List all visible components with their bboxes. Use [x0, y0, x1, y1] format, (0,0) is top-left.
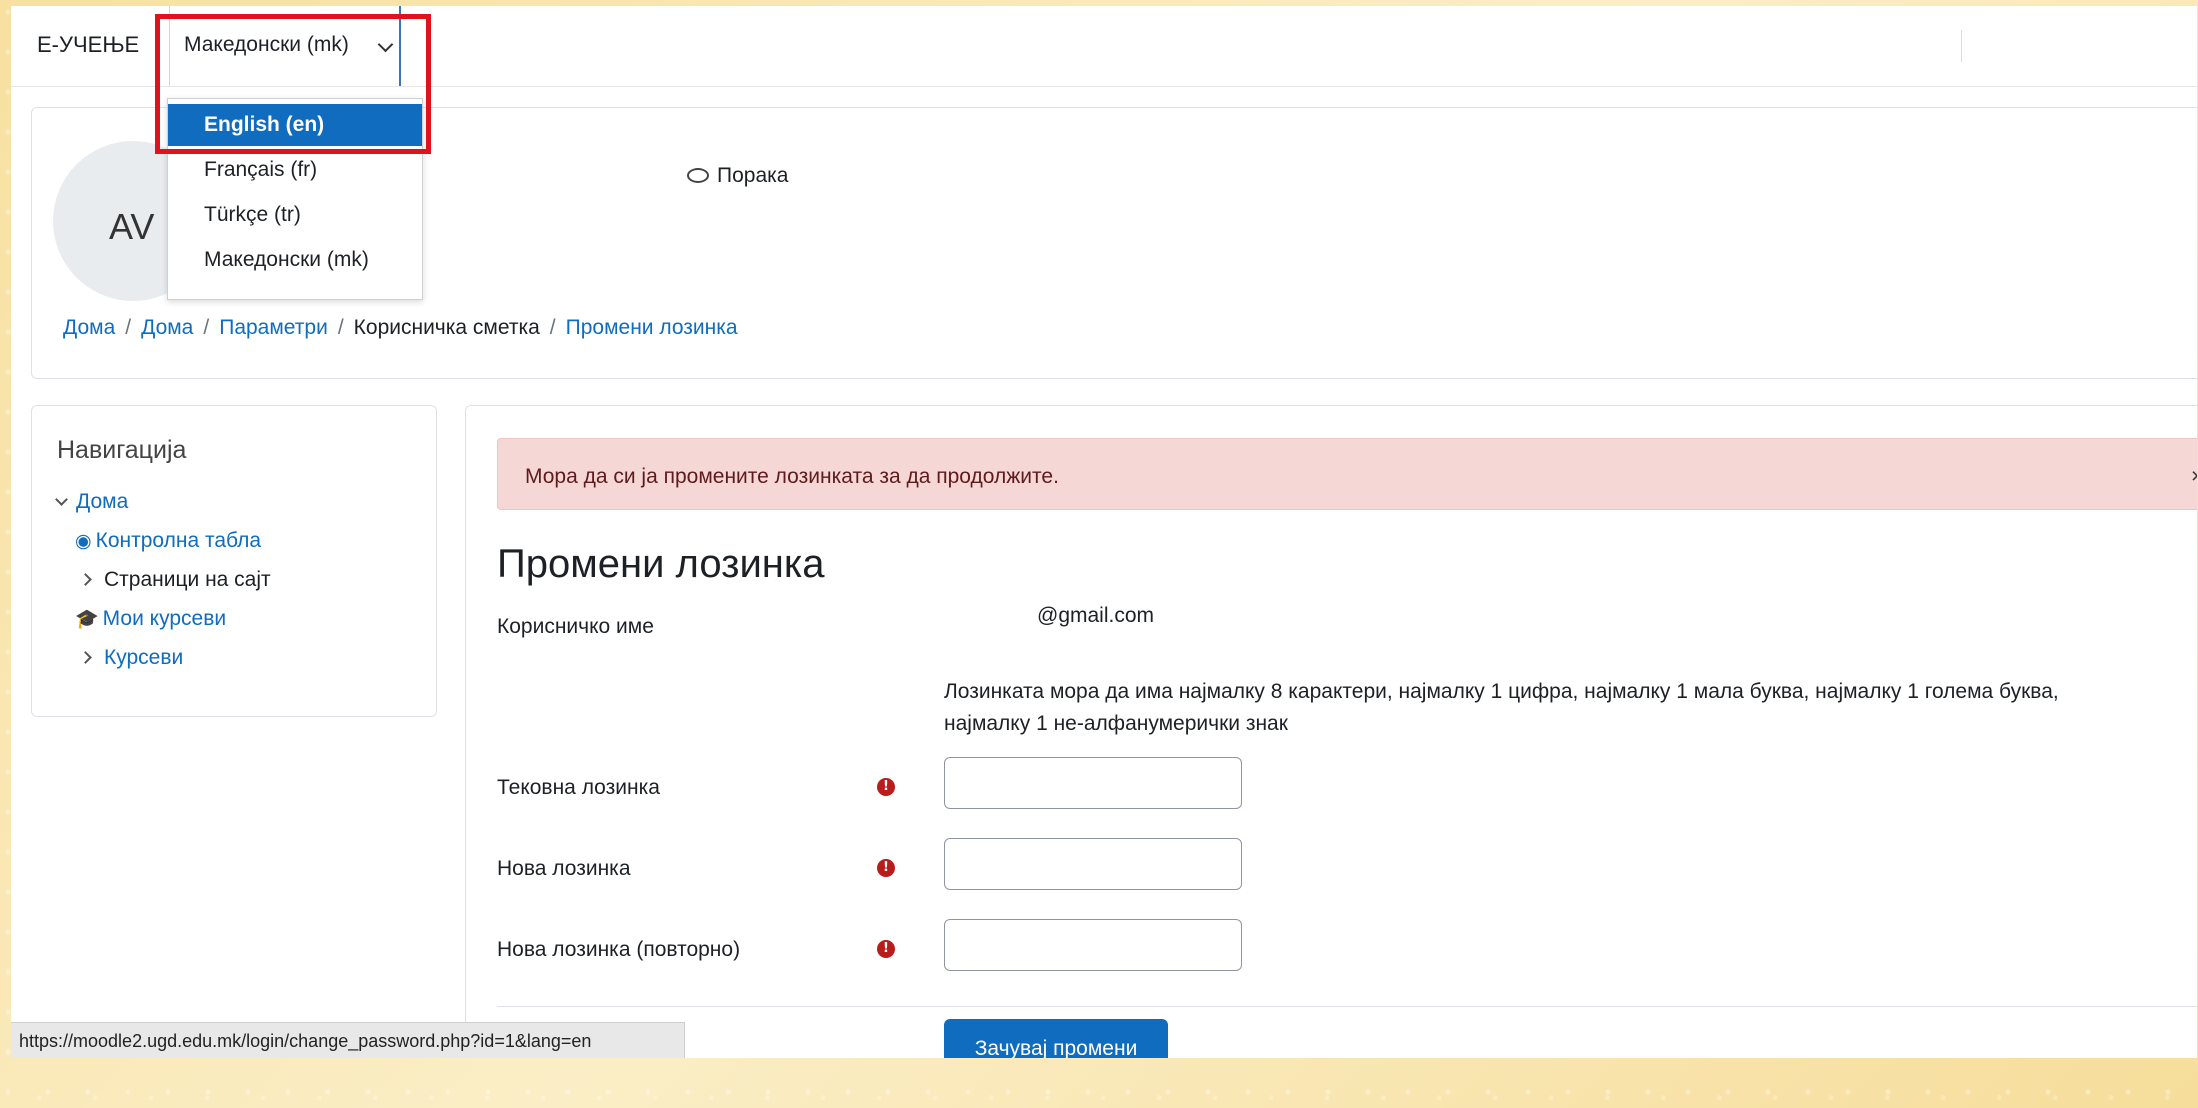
breadcrumb-preferences[interactable]: Параметри [219, 316, 328, 339]
page-title: Промени лозинка [497, 542, 825, 586]
current-password-label: Тековна лозинка [497, 776, 660, 799]
avatar-initials: AV [109, 206, 155, 247]
save-changes-button[interactable]: Зачувај промени [944, 1019, 1168, 1058]
nav-item-dashboard[interactable]: ◉ Контролна табла [75, 529, 261, 553]
password-policy-text: Лозинката мора да има најмалку 8 каракте… [944, 680, 2059, 735]
alert-text: Мора да си ја промените лозинката за да … [525, 465, 1059, 488]
site-brand[interactable]: Е-УЧЕЊЕ [37, 32, 139, 58]
language-option-tr[interactable]: Türkçe (tr) [168, 194, 422, 236]
new-password-repeat-label: Нова лозинка (повторно) [497, 938, 741, 961]
nav-item-my-courses[interactable]: 🎓 Мои курсеви [75, 607, 226, 631]
required-icon: ! [877, 940, 895, 958]
chat-bubble-icon [687, 168, 709, 183]
nav-item-my-courses-label: Мои курсеви [102, 607, 227, 630]
required-icon: ! [877, 778, 895, 796]
form-divider [497, 1006, 2197, 1007]
close-icon[interactable]: × [2191, 465, 2197, 489]
nav-item-courses-label: Курсеви [104, 646, 184, 669]
language-option-fr[interactable]: Français (fr) [168, 149, 422, 191]
required-icon: ! [877, 859, 895, 877]
new-password-repeat-input[interactable] [944, 919, 1242, 971]
breadcrumb-home-2[interactable]: Дома [141, 316, 193, 339]
chevron-right-icon [79, 651, 92, 664]
breadcrumb-separator: / [549, 316, 556, 339]
language-option-mk[interactable]: Македонски (mk) [168, 239, 422, 281]
nav-item-site-pages[interactable]: Страници на сајт [79, 568, 271, 592]
current-password-input[interactable] [944, 757, 1242, 809]
graduation-cap-icon: 🎓 [75, 609, 99, 630]
breadcrumb: Дома / Дома / Параметри / Корисничка сметка / Пр… [63, 316, 738, 340]
new-password-input[interactable] [944, 838, 1242, 890]
status-bar-url: https://moodle2.ugd.edu.mk/login/change_… [11, 1022, 685, 1058]
browser-viewport: Е-УЧЕЊЕ Македонски (mk) AV Порака Дома / Д… [11, 6, 2197, 1058]
new-password-label: Нова лозинка [497, 857, 631, 880]
nav-item-site-pages-label: Страници на сајт [104, 568, 271, 591]
message-label: Порака [717, 164, 789, 187]
breadcrumb-separator: / [337, 316, 344, 339]
navbar-divider [1961, 30, 1962, 62]
chevron-right-icon [79, 573, 92, 586]
breadcrumb-user-account: Корисничка сметка [353, 316, 540, 339]
breadcrumb-separator: / [125, 316, 132, 339]
nav-item-dashboard-label: Контролна табла [95, 529, 262, 552]
username-value: @gmail.com [1037, 604, 1155, 627]
nav-item-home-label: Дома [76, 490, 129, 513]
username-label: Корисничко име [497, 615, 654, 638]
highlight-annotation-box [155, 14, 431, 154]
breadcrumb-change-password[interactable]: Промени лозинка [566, 316, 738, 339]
breadcrumb-separator: / [203, 316, 210, 339]
breadcrumb-home-1[interactable]: Дома [63, 316, 115, 339]
navigation-title: Навигација [57, 436, 187, 464]
nav-item-courses[interactable]: Курсеви [79, 646, 184, 670]
dashboard-icon: ◉ [75, 531, 92, 552]
chevron-down-icon [55, 493, 68, 506]
nav-item-home[interactable]: Дома [55, 490, 129, 514]
